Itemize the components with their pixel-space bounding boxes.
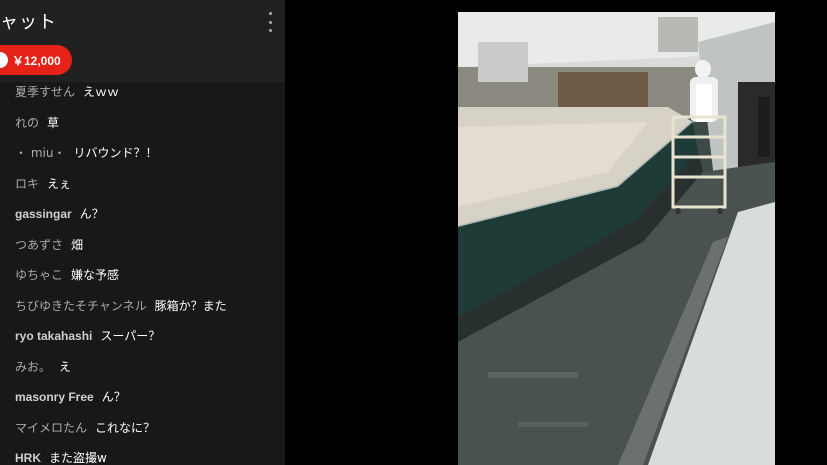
chat-message: ・ miu・ リバウンド？！ <box>15 143 157 163</box>
superchat-ticker[interactable]: ￥12,000 <box>0 45 72 75</box>
chat-message: gassingar ん？ <box>15 204 104 224</box>
chat-message-author[interactable]: ・ miu・ <box>15 146 65 160</box>
chat-message-author[interactable]: みお。 <box>15 360 51 374</box>
chat-message-author[interactable]: masonry Free <box>15 390 94 404</box>
video-frame <box>458 12 775 465</box>
chat-message-author[interactable]: ちびゆきたそチャンネル <box>15 299 147 313</box>
chat-message: ロキ えぇ <box>15 174 71 194</box>
superchat-amount: ￥12,000 <box>12 53 61 68</box>
chat-message-author[interactable]: 夏季すせん <box>15 85 75 99</box>
chat-header: ャット ￥12,000 <box>0 0 285 82</box>
chat-message: れの草 <box>15 113 59 133</box>
chat-title: ャット <box>0 12 57 33</box>
chat-message-text: えぇ <box>47 176 72 191</box>
chat-message-text: ん？ <box>101 390 126 404</box>
kebab-menu-icon[interactable] <box>262 12 278 32</box>
coin-icon <box>0 52 8 68</box>
chat-message: ちびゆきたそチャンネル 豚箱か？また <box>15 296 227 316</box>
chat-message-text: これなに？ <box>95 420 156 435</box>
chat-message: HRK また盗撮w <box>15 448 107 465</box>
chat-message-author[interactable]: ロキ <box>15 177 39 191</box>
chat-message-text: ん？ <box>79 207 104 221</box>
live-chat-panel: ャット ￥12,000 夏季すせん えｗｗ れの草・ miu・ リバウンド？！ ロキ えぇ… <box>0 0 285 465</box>
chat-message: 夏季すせん えｗｗ <box>15 82 119 102</box>
chat-message-author[interactable]: gassingar <box>15 207 72 221</box>
chat-message-text: また盗撮w <box>49 451 107 465</box>
chat-message-text: えｗｗ <box>83 85 120 99</box>
chat-message: マイメロたん これなに？ <box>15 418 155 438</box>
chat-message-author[interactable]: つあずさ <box>15 238 63 252</box>
chat-message-text: 草 <box>47 115 60 130</box>
chat-message-author[interactable]: ryo takahashi <box>15 329 92 343</box>
chat-message-author[interactable]: れの <box>15 116 39 130</box>
chat-message-text: スーパー？ <box>100 329 161 343</box>
chat-message-text: 豚箱か？また <box>154 298 227 313</box>
chat-message-text: 嫌な予感 <box>71 268 120 282</box>
video-player[interactable] <box>458 12 775 465</box>
chat-message-text: リバウンド？！ <box>73 146 158 160</box>
chat-message: みお。え <box>15 357 71 377</box>
chat-message-author[interactable]: ゆちゃこ <box>15 268 63 282</box>
chat-message-author[interactable]: マイメロたん <box>15 421 87 435</box>
chat-message: つあずさ畑 <box>15 235 83 255</box>
chat-message-text: 畑 <box>71 237 84 252</box>
chat-message: ゆちゃこ 嫌な予感 <box>15 265 119 285</box>
chat-message: ryo takahashi スーパー？ <box>15 326 160 346</box>
chat-message-text: え <box>59 359 72 374</box>
chat-message: masonry Free ん？ <box>15 387 126 407</box>
chat-message-author[interactable]: HRK <box>15 451 41 465</box>
